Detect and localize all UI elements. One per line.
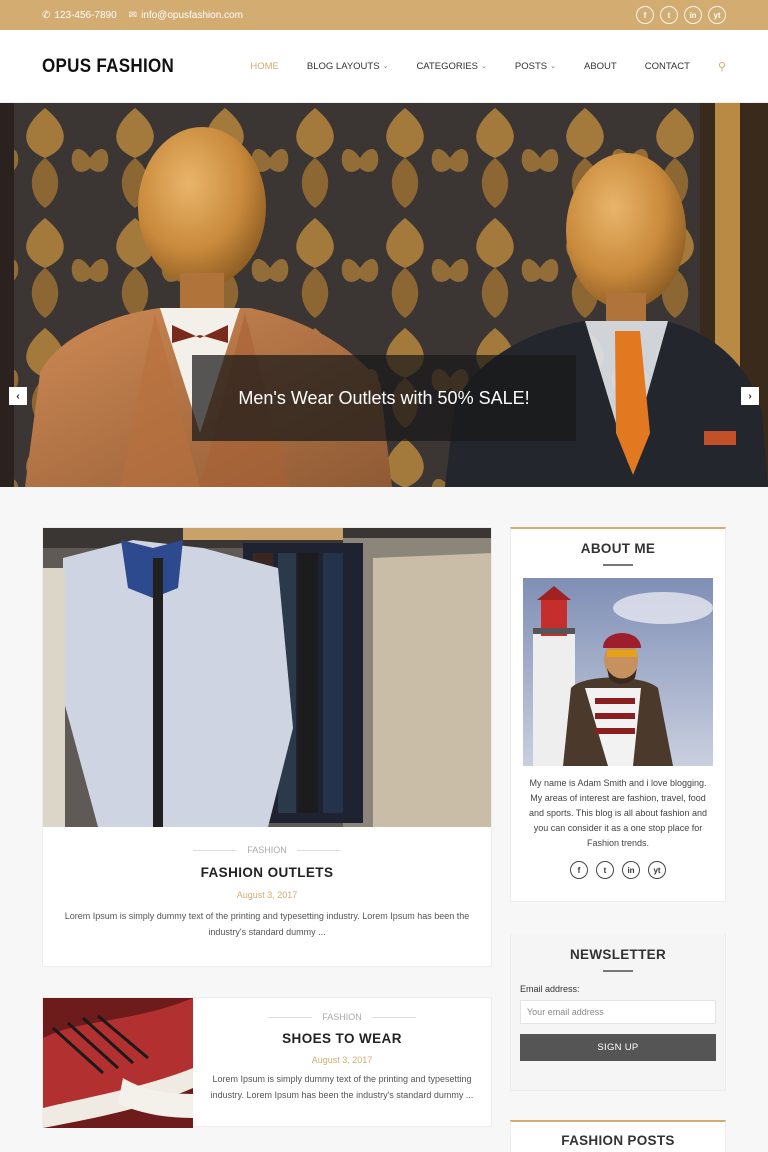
widget-title: NEWSLETTER bbox=[570, 947, 666, 962]
envelope-icon: ✉ bbox=[128, 9, 138, 21]
site-logo[interactable]: OPUS FASHION bbox=[42, 55, 174, 78]
nav-posts-label: POSTS bbox=[514, 60, 548, 72]
facebook-icon[interactable]: f bbox=[570, 861, 588, 879]
divider bbox=[371, 1016, 416, 1018]
nav-home[interactable]: HOME bbox=[250, 61, 279, 72]
author-photo-image bbox=[523, 578, 713, 766]
search-icon[interactable]: ⚲ bbox=[718, 60, 726, 73]
social-links: f t in yt bbox=[636, 6, 726, 24]
slider-prev-button[interactable]: ‹ bbox=[9, 387, 27, 405]
post-category[interactable]: FASHION bbox=[322, 1012, 362, 1022]
title-divider bbox=[603, 970, 633, 972]
chevron-down-icon: ⌄ bbox=[550, 63, 556, 70]
email-contact[interactable]: ✉ info@opusfashion.com bbox=[129, 10, 243, 21]
widget-title: FASHION POSTS bbox=[561, 1133, 675, 1148]
widget-title: ABOUT ME bbox=[580, 541, 656, 556]
post-card: FASHION SHOES TO WEAR August 3, 2017 Lor… bbox=[42, 997, 492, 1128]
slider-next-button[interactable]: › bbox=[741, 387, 759, 405]
chevron-down-icon: ⌄ bbox=[382, 63, 389, 70]
author-bio: My name is Adam Smith and i love bloggin… bbox=[529, 778, 707, 848]
post-excerpt: Lorem Ipsum is simply dummy text of the … bbox=[210, 1074, 474, 1100]
nav-contact-label: CONTACT bbox=[644, 60, 690, 72]
post-thumbnail[interactable] bbox=[43, 998, 193, 1128]
chevron-left-icon: ‹ bbox=[16, 390, 20, 402]
linkedin-icon[interactable]: in bbox=[684, 6, 702, 24]
post-title[interactable]: FASHION OUTLETS bbox=[43, 865, 491, 880]
facebook-icon[interactable]: f bbox=[636, 6, 654, 24]
nav-categories[interactable]: CATEGORIES ⌄ bbox=[416, 61, 486, 72]
contact-info: ✆ 123-456-7890 ✉ info@opusfashion.com bbox=[42, 10, 243, 21]
twitter-icon[interactable]: t bbox=[596, 861, 614, 879]
post-image[interactable] bbox=[43, 528, 491, 827]
author-social-links: f t in yt bbox=[511, 861, 725, 879]
fashion-posts-widget: FASHION POSTS bbox=[510, 1120, 726, 1152]
about-me-widget: ABOUT ME My name is Adam Smith and i lov… bbox=[510, 527, 726, 902]
email-field[interactable]: Your email address bbox=[520, 1000, 716, 1024]
email-address: info@opusfashion.com bbox=[141, 9, 243, 21]
nav-blog-layouts[interactable]: BLOG LAYOUTS ⌄ bbox=[307, 61, 389, 72]
nav-about[interactable]: ABOUT bbox=[584, 61, 617, 72]
nav-home-label: HOME bbox=[250, 60, 279, 72]
email-label: Email address: bbox=[520, 984, 580, 994]
title-divider bbox=[603, 564, 633, 566]
clothing-rack-image bbox=[43, 528, 491, 827]
post-category[interactable]: FASHION bbox=[247, 845, 287, 855]
hero-caption: Men's Wear Outlets with 50% SALE! bbox=[192, 355, 576, 441]
post-category-row: FASHION bbox=[43, 845, 491, 855]
nav-about-label: ABOUT bbox=[583, 60, 617, 72]
site-header: OPUS FASHION HOME BLOG LAYOUTS ⌄ CATEGORI… bbox=[0, 30, 768, 103]
hero-slider: Men's Wear Outlets with 50% SALE! ‹ › bbox=[0, 103, 768, 487]
twitter-icon[interactable]: t bbox=[660, 6, 678, 24]
divider bbox=[193, 849, 238, 851]
phone-number: 123-456-7890 bbox=[54, 9, 117, 21]
phone-contact[interactable]: ✆ 123-456-7890 bbox=[42, 10, 117, 21]
chevron-right-icon: › bbox=[748, 390, 752, 402]
divider bbox=[296, 849, 341, 851]
youtube-icon[interactable]: yt bbox=[708, 6, 726, 24]
post-date[interactable]: August 3, 2017 bbox=[43, 890, 491, 900]
post-category-row: FASHION bbox=[203, 1012, 481, 1022]
author-photo bbox=[523, 578, 713, 766]
shoes-image bbox=[43, 998, 193, 1128]
post-excerpt: Lorem Ipsum is simply dummy text of the … bbox=[64, 911, 470, 937]
main-nav: HOME BLOG LAYOUTS ⌄ CATEGORIES ⌄ POSTS ⌄ AB… bbox=[222, 60, 726, 73]
sign-up-button[interactable]: SIGN UP bbox=[520, 1034, 716, 1061]
linkedin-icon[interactable]: in bbox=[622, 861, 640, 879]
post-card: FASHION FASHION OUTLETS August 3, 2017 L… bbox=[42, 527, 492, 967]
divider bbox=[268, 1016, 313, 1018]
nav-posts[interactable]: POSTS ⌄ bbox=[515, 61, 556, 72]
newsletter-widget: NEWSLETTER Email address: Your email add… bbox=[510, 933, 726, 1091]
nav-blog-layouts-label: BLOG LAYOUTS bbox=[306, 60, 380, 72]
post-title[interactable]: SHOES TO WEAR bbox=[203, 1031, 481, 1046]
youtube-icon[interactable]: yt bbox=[648, 861, 666, 879]
post-date[interactable]: August 3, 2017 bbox=[203, 1055, 481, 1065]
top-bar: ✆ 123-456-7890 ✉ info@opusfashion.com f … bbox=[0, 0, 768, 30]
nav-contact[interactable]: CONTACT bbox=[645, 61, 690, 72]
nav-categories-label: CATEGORIES bbox=[416, 60, 479, 72]
chevron-down-icon: ⌄ bbox=[481, 63, 487, 70]
phone-icon: ✆ bbox=[42, 9, 51, 21]
